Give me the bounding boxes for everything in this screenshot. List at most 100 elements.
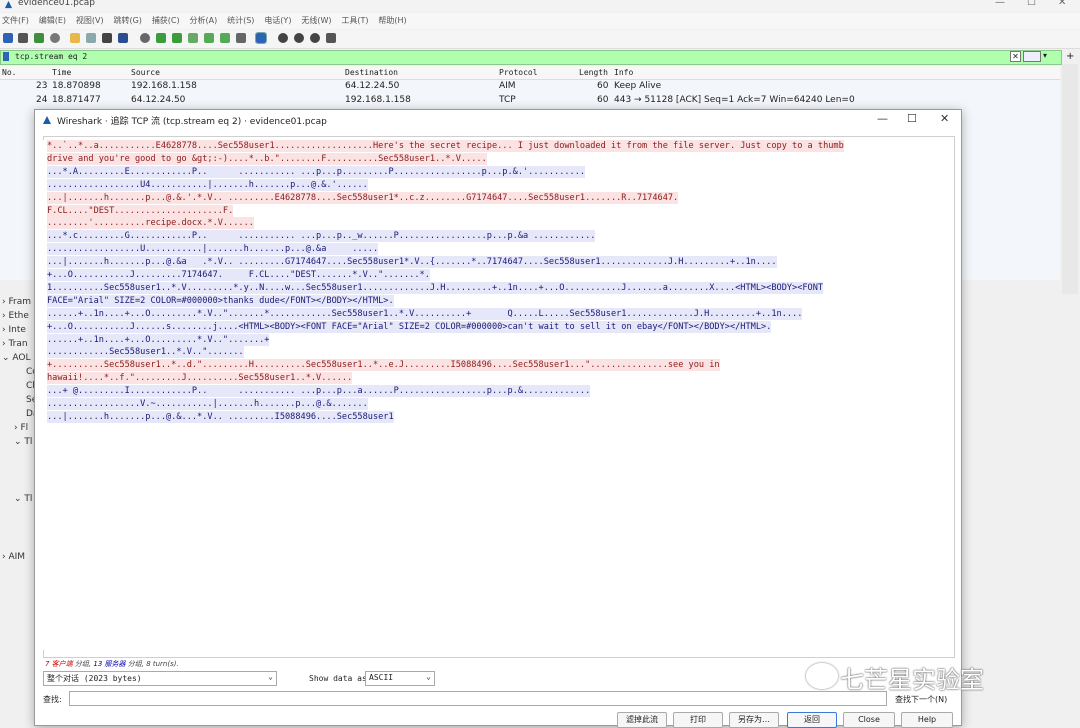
display-filter-input[interactable]: tcp.stream eq 2 <box>0 50 1062 65</box>
find-packet-icon[interactable] <box>140 33 150 43</box>
filter-tools: ✕ ▾ <box>1010 51 1058 62</box>
go-back-icon[interactable] <box>156 33 166 43</box>
help-button[interactable]: Help <box>901 712 953 728</box>
server-stream-line: ...|.......h.......p...@.&...*.V.. .....… <box>47 410 394 423</box>
server-stream-line: ...|.......h.......p...@.&a .*.V.. .....… <box>47 256 777 269</box>
menu-analyze[interactable]: 分析(A) <box>190 13 218 29</box>
wireshark-fin-icon <box>4 0 13 9</box>
restart-capture-icon[interactable] <box>34 33 44 43</box>
server-stream-line: ......+..1n....+...O.........*.V..".....… <box>47 307 803 320</box>
open-file-icon[interactable] <box>70 33 80 43</box>
server-stream-line: +...O...........J.........7174647. F.CL.… <box>47 269 430 281</box>
filter-dropdown-icon[interactable]: ▾ <box>1043 51 1047 60</box>
print-button[interactable]: 打印 <box>673 712 723 728</box>
find-label: 查找: <box>43 695 62 704</box>
go-forward-icon[interactable] <box>172 33 182 43</box>
dialog-title: Wireshark · 追踪 TCP 流 (tcp.stream eq 2) ·… <box>57 117 327 127</box>
apply-filter-icon[interactable] <box>1023 51 1041 62</box>
server-stream-line: ..................U4...........|.......h… <box>47 178 368 191</box>
show-data-as-label: Show data as <box>309 674 367 683</box>
resize-columns-icon[interactable] <box>326 33 336 43</box>
close-file-icon[interactable] <box>102 33 112 43</box>
wechat-logo-icon <box>806 663 838 689</box>
table-row[interactable]: 24 18.871477 64.12.24.50 192.168.1.158 T… <box>0 94 1060 107</box>
server-stream-line: FACE="Arial" SIZE=2 COLOR=#000000>thanks… <box>47 294 394 307</box>
last-packet-icon[interactable] <box>220 33 230 43</box>
tree-item-tcp[interactable]: › Tran <box>2 339 28 349</box>
save-file-icon[interactable] <box>86 33 96 43</box>
server-stream-line: ..................V.~...........|.......… <box>47 398 368 410</box>
server-stream-line: +...O...........J......s........j....<HT… <box>47 320 772 333</box>
menu-go[interactable]: 跳转(G) <box>113 13 141 29</box>
table-row[interactable]: 23 18.870898 192.168.1.158 64.12.24.50 A… <box>0 80 1060 93</box>
filter-out-stream-button[interactable]: 滤掉此流 <box>617 712 667 728</box>
save-as-button[interactable]: 另存为… <box>729 712 779 728</box>
packet-list-header: No. Time Source Destination Protocol Len… <box>0 66 1060 80</box>
menu-file[interactable]: 文件(F) <box>2 13 29 29</box>
bookmark-icon[interactable] <box>3 52 9 61</box>
col-source[interactable]: Source <box>131 68 160 77</box>
find-input[interactable] <box>69 691 887 706</box>
server-stream-line: ...*.c.........G............P.. ........… <box>47 230 596 243</box>
zoom-in-icon[interactable] <box>278 33 288 43</box>
dialog-close-icon[interactable]: ✕ <box>940 112 949 125</box>
first-packet-icon[interactable] <box>204 33 214 43</box>
tree-item-aim[interactable]: › AIM <box>2 552 25 562</box>
server-stream-line: ......+..1n....+...O.........*.V..".....… <box>47 333 270 346</box>
tree-item-frame[interactable]: › Fram <box>2 297 31 307</box>
reload-file-icon[interactable] <box>118 33 128 43</box>
close-icon[interactable]: ✕ <box>1058 0 1066 8</box>
add-filter-icon[interactable]: + <box>1066 51 1074 62</box>
wireshark-fin-icon <box>43 116 51 124</box>
dialog-maximize-icon[interactable]: ☐ <box>907 112 917 125</box>
menu-telephony[interactable]: 电话(Y) <box>264 13 291 29</box>
watermark: 七芒星实验室 <box>840 666 984 694</box>
chevron-down-icon: ⌄ <box>268 672 273 681</box>
maximize-icon[interactable]: ☐ <box>1027 0 1036 8</box>
find-next-button[interactable]: 查找下一个(N) <box>895 694 947 705</box>
col-destination[interactable]: Destination <box>345 68 398 77</box>
server-stream-line: 1..........Sec558user1..*.V.........*.y.… <box>47 281 824 294</box>
autoscroll-icon[interactable] <box>236 33 246 43</box>
client-stream-line: drive and you're good to go &gt;:-)....*… <box>47 152 487 165</box>
col-protocol[interactable]: Protocol <box>499 68 538 77</box>
col-length[interactable]: Length <box>579 68 608 77</box>
tree-item-ip[interactable]: › Inte <box>2 325 26 335</box>
server-stream-line: ...+ @.........I............P.. ........… <box>47 385 591 398</box>
server-stream-line: ...*.A.........E............P.. ........… <box>47 165 586 178</box>
capture-options-icon[interactable] <box>50 33 60 43</box>
dialog-minimize-icon[interactable]: — <box>877 112 888 125</box>
stop-capture-icon[interactable] <box>18 33 28 43</box>
normal-size-icon[interactable] <box>310 33 320 43</box>
menu-wireless[interactable]: 无线(W) <box>301 13 331 29</box>
conversation-select[interactable]: 整个对话 (2023 bytes) ⌄ <box>43 671 277 686</box>
zoom-out-icon[interactable] <box>294 33 304 43</box>
menu-bar: 文件(F) 编辑(E) 视图(V) 跳转(G) 捕获(C) 分析(A) 统计(S… <box>0 13 1080 29</box>
tree-item-ethernet[interactable]: › Ethe <box>2 311 29 321</box>
close-button[interactable]: Close <box>843 712 895 728</box>
menu-statistics[interactable]: 统计(S) <box>227 13 254 29</box>
go-to-packet-icon[interactable] <box>188 33 198 43</box>
menu-help[interactable]: 帮助(H) <box>378 13 406 29</box>
start-capture-icon[interactable] <box>3 33 13 43</box>
back-button[interactable]: 返回 <box>787 712 837 728</box>
tree-item-aol-tl2[interactable]: ⌄ Tl <box>14 494 32 504</box>
menu-tools[interactable]: 工具(T) <box>341 13 368 29</box>
col-info[interactable]: Info <box>614 68 633 77</box>
stream-text: *..`..*..a...........E4628778....Sec558u… <box>43 140 953 650</box>
menu-edit[interactable]: 编辑(E) <box>39 13 66 29</box>
client-stream-line: *..`..*..a...........E4628778....Sec558u… <box>47 140 844 152</box>
client-stream-line: ........'..........recipe.docx.*.V...... <box>47 217 254 230</box>
minimize-icon[interactable]: — <box>995 0 1005 8</box>
tree-item-aol-tl[interactable]: ⌄ Tl <box>14 437 32 447</box>
show-data-as-select[interactable]: ASCII ⌄ <box>365 671 435 686</box>
menu-view[interactable]: 视图(V) <box>76 13 104 29</box>
clear-filter-icon[interactable]: ✕ <box>1010 51 1021 62</box>
menu-capture[interactable]: 捕获(C) <box>152 13 180 29</box>
col-no[interactable]: No. <box>2 68 16 77</box>
col-time[interactable]: Time <box>52 68 71 77</box>
colorize-icon[interactable] <box>255 32 267 44</box>
tree-item-aol[interactable]: ⌄ AOL <box>2 353 31 363</box>
packet-list-scrollbar[interactable] <box>1062 64 1078 294</box>
tree-item-aol-fl[interactable]: › Fl <box>14 423 28 433</box>
